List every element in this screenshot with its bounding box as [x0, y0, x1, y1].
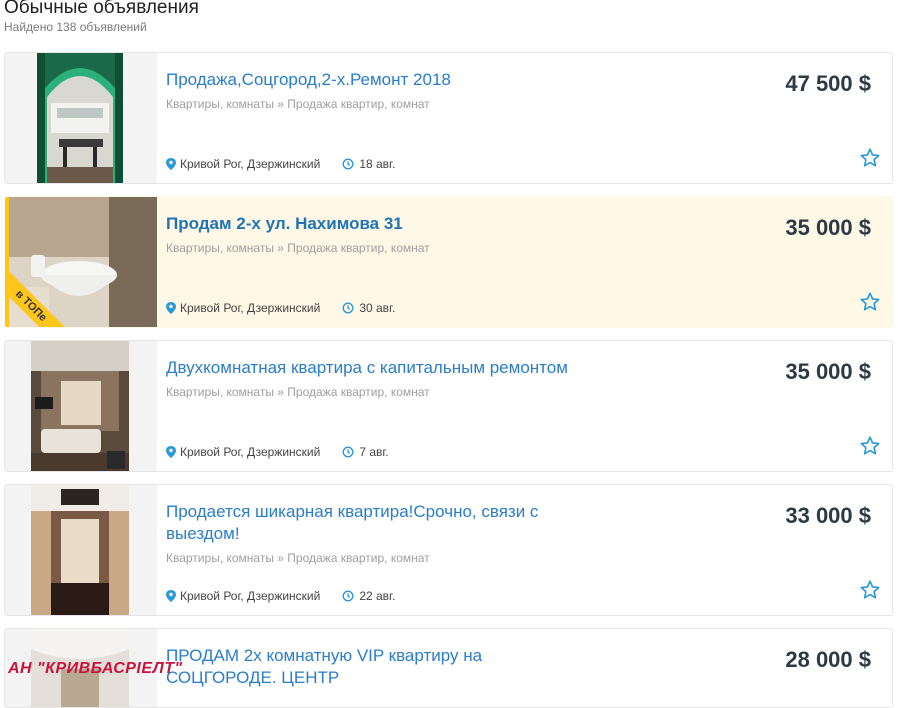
- listing-title-line: Продажа,Соцгород,2-х.Ремонт 2018: [166, 70, 451, 89]
- clock-history-icon: [342, 302, 354, 314]
- listing-card[interactable]: Продается шикарная квартира!Срочно, связ…: [4, 484, 893, 616]
- listing-meta: Кривой Рог, Дзержинский 7 авг.: [166, 445, 389, 459]
- watermark-label: АН "КРИВБАСРІЕЛТ": [8, 660, 183, 677]
- listing-date: 22 авг.: [359, 589, 396, 603]
- listing-date: 30 авг.: [359, 301, 396, 315]
- listing-title[interactable]: Продается шикарная квартира!Срочно, связ…: [166, 501, 586, 545]
- listing-title-line: Двухкомнатная квартира с капитальным рем…: [166, 358, 568, 377]
- map-pin-icon: [166, 158, 176, 170]
- listing-location: Кривой Рог, Дзержинский: [180, 589, 321, 603]
- listing-meta: Кривой Рог, Дзержинский 30 авг.: [166, 301, 395, 315]
- star-outline-icon[interactable]: [859, 579, 881, 601]
- listing-meta: Кривой Рог, Дзержинский 22 авг.: [166, 589, 395, 603]
- listing-title-line: Продается шикарная квартира!Срочно, связ…: [166, 502, 539, 521]
- listing-date: 18 авг.: [359, 157, 396, 171]
- listing-title[interactable]: Двухкомнатная квартира с капитальным рем…: [166, 357, 606, 379]
- listing-photo[interactable]: [31, 485, 129, 615]
- clock-history-icon: [342, 590, 354, 602]
- listing-title[interactable]: ПРОДАМ 2х комнатную VIP квартиру на СОЦГ…: [166, 645, 586, 689]
- listing-title-line: ПРОДАМ 2х комнатную VIP квартиру на: [166, 646, 483, 665]
- star-outline-icon[interactable]: [859, 291, 881, 313]
- listing-title-line: Продам 2-х ул. Нахимова 31: [166, 214, 403, 233]
- map-pin-icon: [166, 446, 176, 458]
- listing-card[interactable]: Продажа,Соцгород,2-х.Ремонт 2018 Квартир…: [4, 52, 893, 184]
- listing-date: 7 авг.: [359, 445, 389, 459]
- map-pin-icon: [166, 302, 176, 314]
- listing-meta: Кривой Рог, Дзержинский 18 авг.: [166, 157, 395, 171]
- listing-price: 35 000 $: [785, 215, 871, 240]
- listing-location: Кривой Рог, Дзержинский: [180, 157, 321, 171]
- listing-photo[interactable]: [31, 341, 129, 471]
- map-pin-icon: [166, 590, 176, 602]
- listing-category: Квартиры, комнаты » Продажа квартир, ком…: [166, 97, 430, 111]
- listing-title[interactable]: Продажа,Соцгород,2-х.Ремонт 2018: [166, 69, 486, 91]
- listing-title-line: выездом!: [166, 524, 240, 543]
- star-outline-icon[interactable]: [859, 435, 881, 457]
- listing-price: 35 000 $: [785, 359, 871, 384]
- listing-price: 28 000 $: [785, 647, 871, 672]
- star-outline-icon[interactable]: [859, 147, 881, 169]
- listing-title[interactable]: Продам 2-х ул. Нахимова 31: [166, 213, 486, 235]
- clock-history-icon: [342, 158, 354, 170]
- listing-photo[interactable]: [37, 53, 123, 183]
- section-heading: Обычные объявления: [4, 0, 199, 18]
- listing-card[interactable]: Двухкомнатная квартира с капитальным рем…: [4, 340, 893, 472]
- listing-category: Квартиры, комнаты » Продажа квартир, ком…: [166, 385, 430, 399]
- listing-photo[interactable]: в ТОПе: [9, 197, 157, 327]
- listing-category: Квартиры, комнаты » Продажа квартир, ком…: [166, 551, 430, 565]
- listing-price: 33 000 $: [785, 503, 871, 528]
- listing-price: 47 500 $: [785, 71, 871, 96]
- clock-history-icon: [342, 446, 354, 458]
- listing-title-line: СОЦГОРОДЕ. ЦЕНТР: [166, 668, 340, 687]
- listing-category: Квартиры, комнаты » Продажа квартир, ком…: [166, 241, 430, 255]
- listing-location: Кривой Рог, Дзержинский: [180, 301, 321, 315]
- results-count: Найдено 138 объявлений: [4, 20, 147, 34]
- listing-location: Кривой Рог, Дзержинский: [180, 445, 321, 459]
- listing-card-promoted[interactable]: в ТОПе Продам 2-х ул. Нахимова 31 Кварти…: [4, 196, 893, 328]
